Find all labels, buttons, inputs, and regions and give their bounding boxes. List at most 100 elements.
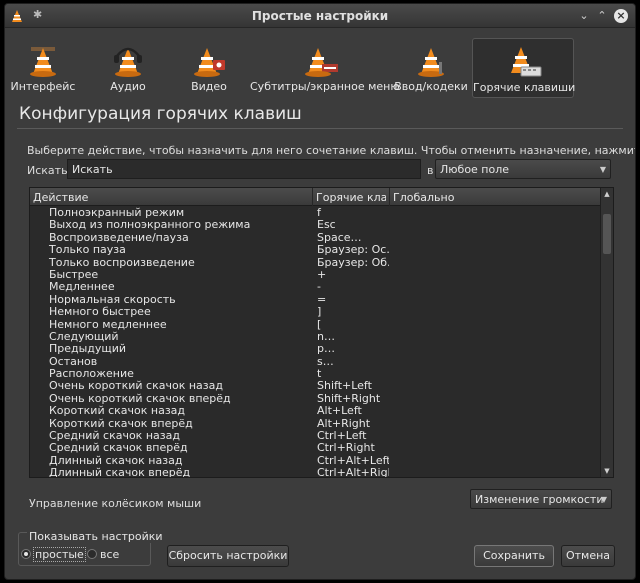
table-row[interactable]: Немного быстрее] [30, 305, 601, 319]
category-label: Интерфейс [10, 80, 76, 93]
input-codecs-cone-icon [418, 48, 444, 77]
preferences-window: ✱ Простые настройки ⌄ ⌃ × Интерфейс Ауди… [4, 3, 636, 580]
subtitles-cone-icon [305, 48, 338, 77]
category-input-codecs[interactable]: Ввод/кодеки [393, 38, 469, 98]
show-settings-label: Показывать настройки [27, 530, 165, 543]
category-label: Видео [191, 80, 227, 93]
mouse-wheel-value: Изменение громкости [475, 493, 604, 506]
table-body: Полноэкранный режим f Выход из полноэкранн… [30, 206, 601, 478]
section-divider [17, 128, 623, 129]
search-input[interactable] [67, 159, 421, 179]
interface-cone-icon [30, 47, 56, 77]
table-row[interactable]: Длинный скачок вперёд Ctrl+Alt+Right [30, 466, 601, 478]
title-bar[interactable]: ✱ Простые настройки ⌄ ⌃ × [5, 4, 635, 28]
action-cell: Выход из полноэкранного режима [49, 218, 251, 232]
window-title: Простые настройки [251, 9, 389, 23]
hotkey-cell[interactable]: ] [317, 306, 389, 318]
category-audio[interactable]: Аудио [93, 38, 163, 98]
hotkey-cell[interactable]: = [317, 294, 389, 306]
hotkeys-cone-icon [511, 47, 542, 77]
action-cell: Короткий скачок назад [49, 404, 186, 418]
table-scrollbar[interactable]: ▲ ▼ [600, 188, 613, 477]
hotkey-cell[interactable]: Ctrl+Left [317, 430, 389, 442]
column-header-global[interactable]: Глобально [393, 191, 593, 204]
action-cell: Очень короткий скачок назад [49, 379, 223, 393]
hotkey-cell[interactable]: f [317, 207, 389, 219]
search-field-value: Любое поле [440, 163, 510, 176]
table-row[interactable]: Средний скачок вперёд Ctrl+Right [30, 441, 601, 455]
hotkey-cell[interactable]: Alt+Right [317, 418, 389, 430]
close-icon[interactable]: × [614, 9, 628, 23]
category-video[interactable]: Видео [173, 38, 245, 98]
action-cell: Медленнее [49, 280, 115, 294]
column-separator[interactable] [312, 188, 313, 206]
column-separator[interactable] [389, 188, 390, 206]
hotkey-cell[interactable]: Ctrl+Alt+Right [317, 467, 389, 477]
table-row[interactable]: Выход из полноэкранного режима Esc [30, 218, 601, 232]
scroll-up-icon[interactable]: ▲ [601, 188, 613, 200]
section-title: Конфигурация горячих клавиш [19, 104, 302, 124]
hotkey-cell[interactable]: Space… [317, 232, 389, 244]
hotkey-cell[interactable]: s… [317, 356, 389, 368]
table-row[interactable]: Предыдущий p… [30, 342, 601, 356]
radio-simple-label[interactable]: простые [33, 547, 86, 562]
hotkey-cell[interactable]: Shift+Right [317, 393, 389, 405]
hotkey-cell[interactable]: t [317, 368, 389, 380]
hotkey-cell[interactable]: Shift+Left [317, 380, 389, 392]
table-row[interactable]: Только воспроизведениеБраузер: Об… [30, 256, 601, 269]
search-in-label: в [427, 164, 434, 177]
action-cell: Предыдущий [49, 342, 127, 356]
hotkey-cell[interactable]: n… [317, 331, 389, 343]
category-toolbar: Интерфейс Аудио Видео Субтитры/экранное … [5, 28, 635, 100]
hotkey-cell[interactable]: Браузер: Ос… [317, 244, 389, 256]
radio-all-label[interactable]: все [100, 548, 119, 561]
category-interface[interactable]: Интерфейс [7, 38, 79, 98]
action-cell: Длинный скачок вперёд [49, 466, 191, 478]
table-row[interactable]: Только пауза Браузер: Ос… [30, 243, 601, 257]
hotkey-cell[interactable]: Браузер: Об… [317, 257, 389, 269]
mouse-wheel-label: Управление колёсиком мыши [29, 497, 202, 510]
hotkeys-hint: Выберите действие, чтобы назначить для н… [27, 144, 636, 157]
category-label: Горячие клавиши [473, 81, 576, 94]
save-button[interactable]: Сохранить [474, 545, 554, 567]
hotkey-cell[interactable]: Esc [317, 219, 389, 231]
column-header-hotkeys[interactable]: Горячие клавиши [316, 191, 386, 204]
maximize-icon[interactable]: ⌃ [595, 9, 609, 23]
table-row[interactable]: Очень короткий скачок назад Shift+Left [30, 379, 601, 393]
radio-all[interactable] [87, 549, 97, 559]
video-cone-icon [194, 48, 225, 77]
hotkey-cell[interactable]: p… [317, 343, 389, 355]
audio-cone-icon [114, 47, 142, 77]
hotkey-cell[interactable]: Alt+Left [317, 405, 389, 417]
hotkey-cell[interactable]: + [317, 269, 389, 281]
hotkey-cell[interactable]: Ctrl+Right [317, 442, 389, 454]
mouse-wheel-select[interactable]: Изменение громкости ▼ [470, 489, 612, 509]
scroll-down-icon[interactable]: ▼ [601, 465, 613, 477]
scroll-thumb[interactable] [603, 214, 611, 254]
category-hotkeys[interactable]: Горячие клавиши [472, 38, 576, 98]
hotkey-cell[interactable]: [ [317, 319, 389, 331]
category-label: Ввод/кодеки [394, 80, 468, 93]
table-row[interactable]: Медленнее - [30, 280, 601, 294]
search-label: Искать [27, 164, 68, 177]
action-cell: Только пауза [49, 243, 126, 257]
minimize-icon[interactable]: ⌄ [577, 9, 591, 23]
action-cell: Средний скачок вперёд [49, 441, 188, 455]
search-field-select[interactable]: Любое поле ▼ [435, 159, 611, 179]
table-row[interactable]: Короткий скачок назад Alt+Left [30, 404, 601, 418]
radio-simple[interactable] [21, 549, 31, 559]
action-cell: Немного быстрее [49, 305, 151, 319]
reset-settings-button[interactable]: Сбросить настройки [167, 545, 289, 567]
hotkey-cell[interactable]: Ctrl+Alt+Left [317, 455, 389, 467]
category-label: Аудио [110, 80, 146, 93]
chevron-down-icon: ▼ [600, 495, 607, 504]
table-header: Действие Горячие клавиши Глобально [30, 188, 601, 206]
cancel-button[interactable]: Отмена [561, 545, 615, 567]
hotkey-cell[interactable]: - [317, 281, 389, 293]
category-subtitles[interactable]: Субтитры/экранное меню [250, 38, 400, 98]
chevron-down-icon: ▼ [599, 165, 606, 174]
category-label: Субтитры/экранное меню [250, 80, 400, 93]
hotkeys-table: Действие Горячие клавиши Глобально Полно… [29, 187, 614, 478]
table-row[interactable]: Быстрее + [30, 268, 601, 281]
column-header-action[interactable]: Действие [33, 191, 308, 204]
